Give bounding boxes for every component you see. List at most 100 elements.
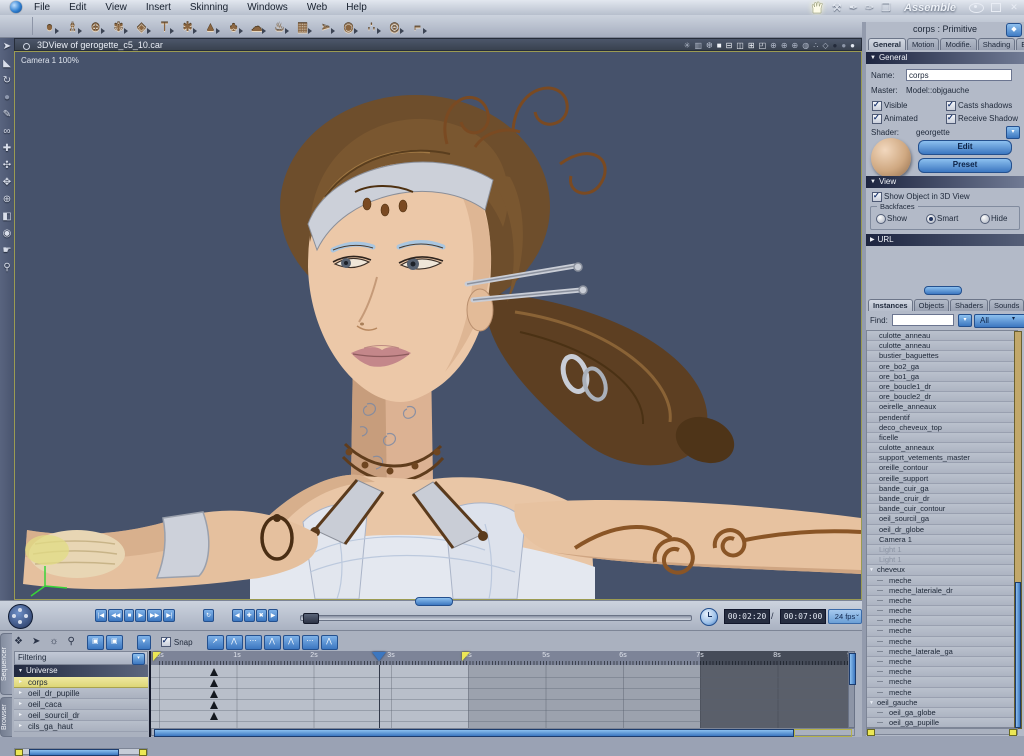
seq-zoom-icon[interactable]: ⚲ [68, 635, 75, 649]
instance-row[interactable]: bande_cuir_contour [867, 504, 1017, 515]
properties-tab[interactable]: Effects [1016, 38, 1024, 50]
move-3d-tool-icon[interactable]: ✥ [3, 178, 11, 188]
orientation-icon[interactable]: ◍ [802, 40, 809, 52]
loop-playback-button[interactable]: ↻ [203, 609, 215, 622]
cloud-icon[interactable]: ☁ [249, 18, 266, 34]
tweener-linear-button[interactable]: ↗ [206, 634, 224, 650]
dotted-box-icon[interactable]: ∴ [813, 40, 818, 52]
sequencer-options-dropdown[interactable]: ▾ [136, 634, 151, 650]
track-row[interactable]: corps [14, 677, 148, 688]
layout-quad-icon[interactable]: ⊞ [748, 40, 755, 52]
go-end-button[interactable]: ▶| [163, 609, 176, 622]
timeline-horizontal-scrollbar[interactable] [151, 728, 855, 737]
instance-row[interactable]: meche [867, 626, 1017, 637]
plant-icon[interactable]: ♣ [226, 18, 243, 34]
menu-item[interactable]: Windows [245, 2, 290, 13]
keyframe-marker[interactable] [210, 668, 218, 676]
instance-row[interactable]: ore_boucle2_dr [867, 392, 1017, 403]
instance-row[interactable]: meche [867, 616, 1017, 627]
scale-tool-icon[interactable]: ◣ [3, 59, 11, 69]
timeline-vertical-scrollbar[interactable] [848, 651, 856, 728]
ocean-icon[interactable]: ▦ [295, 18, 312, 34]
add-keyframe-button[interactable]: ✚ [243, 609, 255, 622]
stop-button[interactable]: ■ [124, 609, 135, 622]
layout-vsplit-icon[interactable]: ◫ [736, 40, 744, 52]
storyboard-room-icon[interactable]: ❒ [881, 1, 891, 14]
menu-item[interactable]: Web [305, 2, 329, 13]
instance-row[interactable]: meche [867, 636, 1017, 647]
tweener-oscillate-button[interactable]: ⋀ [263, 634, 281, 650]
instance-row[interactable]: meche [867, 687, 1017, 698]
zoom-tool-icon[interactable]: ⚲ [3, 263, 10, 273]
instance-row[interactable]: Light 1 [867, 555, 1017, 566]
next-keyframe-button[interactable]: ▶ [267, 609, 279, 622]
light-icon[interactable]: ➢ [318, 18, 335, 34]
track-row[interactable]: oeil_caca [14, 699, 148, 710]
universal-manipulator-icon[interactable]: ⊕ [3, 195, 11, 205]
scrollbar-thumb[interactable] [29, 749, 119, 756]
camera-icon[interactable]: ◉ [341, 18, 358, 34]
sequencer-tab[interactable]: Sequencer [0, 633, 12, 695]
panel-nav-button[interactable]: ◆ [1006, 23, 1022, 37]
model-room-icon[interactable]: ⚒ [832, 1, 842, 14]
shader-preview[interactable] [871, 138, 911, 178]
globe-view-1-icon[interactable]: ⊕ [770, 40, 777, 52]
keyframe-marker[interactable] [210, 690, 218, 698]
find-options-button[interactable]: ▾ [958, 314, 972, 327]
universe-row[interactable]: ▼ Universe [14, 665, 148, 677]
viewport-titlebar[interactable]: 3DView of gerogette_c5_10.car ✳ ▥ ❆ ■ ⊟ ◫ ⊞ ◰ ⊕ ⊕… [14, 38, 862, 51]
select-tool-icon[interactable]: ➤ [3, 42, 11, 52]
text-object-icon[interactable]: T [157, 18, 174, 34]
tween-options-icon[interactable]: ❖ [14, 635, 23, 649]
scrollbar-thumb[interactable] [1015, 582, 1021, 728]
animated-checkbox[interactable] [872, 113, 882, 124]
working-box-tool-icon[interactable]: ◧ [2, 212, 11, 222]
range-end-flag[interactable] [462, 652, 470, 661]
tweener-custom-button[interactable]: ⋀ [320, 634, 338, 650]
instance-row[interactable]: oeil_ga_pupille [867, 718, 1017, 727]
scrollbar-thumb[interactable] [849, 653, 856, 685]
browser-tab[interactable]: Instances [868, 299, 913, 311]
instance-row[interactable]: oreille_support [867, 473, 1017, 484]
instance-row[interactable]: Camera 1 [867, 534, 1017, 545]
maximize-button[interactable] [991, 3, 1001, 12]
timeline-ruler[interactable]: 0s1s2s3s4s5s6s7s8s9s [151, 651, 855, 665]
instance-row[interactable]: deco_cheveux_top [867, 422, 1017, 433]
shader-edit-button[interactable]: Edit [918, 140, 1012, 155]
layout-hsplit-icon[interactable]: ⊟ [726, 40, 733, 52]
render-room-icon[interactable]: ✑ [865, 1, 874, 14]
keyframe-marker[interactable] [210, 712, 218, 720]
instance-row[interactable]: culotte_anneau [867, 331, 1017, 342]
menu-item[interactable]: Help [344, 2, 369, 13]
instance-row[interactable]: meche [867, 575, 1017, 586]
antialias-icon[interactable]: ▥ [694, 40, 702, 52]
instance-row[interactable]: meche [867, 677, 1017, 688]
visible-checkbox[interactable] [872, 100, 882, 111]
axis-icon[interactable]: ◇ [822, 40, 828, 52]
backfaces-smart-radio[interactable] [926, 214, 936, 224]
film-reel-icon[interactable] [8, 604, 33, 629]
formula-icon[interactable]: ◈ [134, 18, 151, 34]
browser-tab[interactable]: Objects [913, 299, 950, 311]
group-icon[interactable]: ∴ [364, 18, 381, 34]
link-tool-icon[interactable]: ∞ [3, 127, 10, 137]
fit-timeline-button[interactable]: ▣ [86, 634, 104, 650]
timeline-tracks[interactable] [151, 665, 855, 728]
panel-splitter-handle[interactable] [924, 286, 962, 295]
delete-keyframe-button[interactable]: ✖ [255, 609, 267, 622]
instance-row[interactable]: meche [867, 606, 1017, 616]
timeline-area[interactable]: 0s1s2s3s4s5s6s7s8s9s [149, 651, 856, 737]
shader-dropdown-button[interactable]: ▾ [1006, 126, 1020, 139]
general-section-header[interactable]: ▼ General [866, 52, 1024, 64]
properties-tab[interactable]: Shading [977, 38, 1016, 50]
properties-tab[interactable]: Motion [906, 38, 940, 50]
shade-wire-sphere-icon[interactable]: ● [832, 40, 837, 52]
track-row[interactable]: cils_ga_haut [14, 721, 148, 732]
instance-row[interactable]: ore_bo2_ga [867, 361, 1017, 372]
shade-textured-sphere-icon[interactable]: ● [850, 40, 855, 52]
instance-row[interactable]: bande_cuir_ga [867, 483, 1017, 494]
time-scrubber[interactable] [300, 613, 692, 624]
instance-row[interactable]: oeil_ga_globe [867, 707, 1017, 718]
menu-item[interactable]: Edit [67, 2, 88, 13]
instance-row[interactable]: bande_cruir_dr [867, 494, 1017, 505]
